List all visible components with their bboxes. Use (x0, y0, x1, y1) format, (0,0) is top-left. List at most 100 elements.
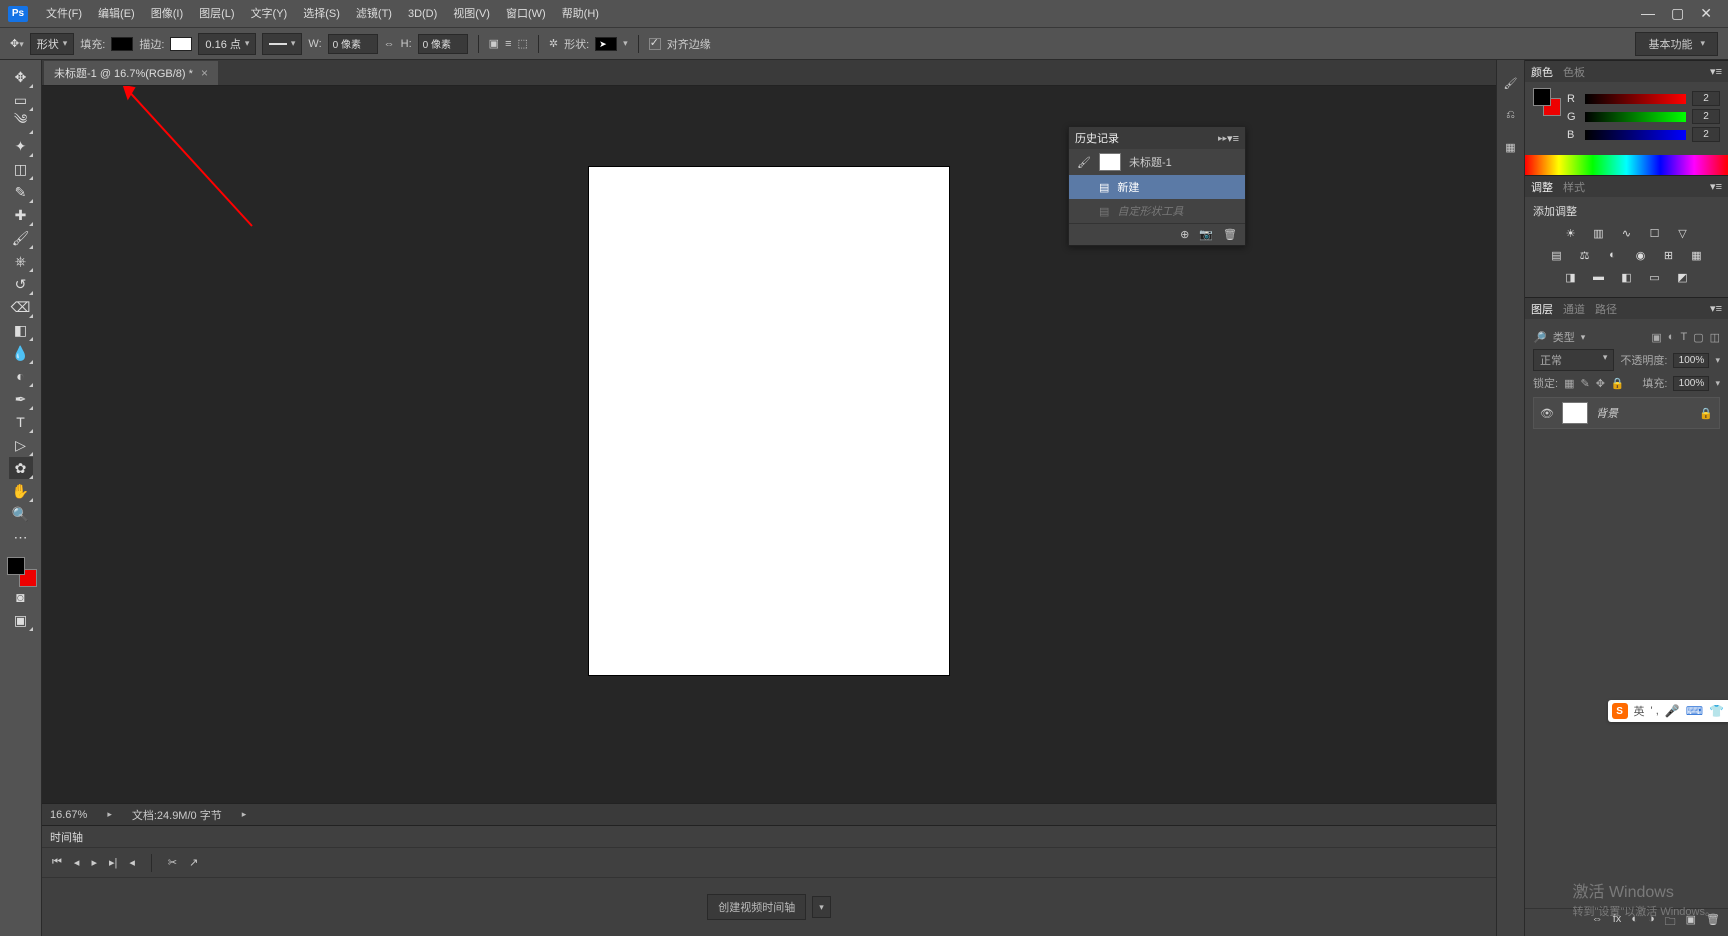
menu-help[interactable]: 帮助(H) (554, 0, 607, 28)
invert-icon[interactable]: ◨ (1562, 269, 1580, 285)
shape-mode-select[interactable]: 形状▾ (30, 33, 75, 55)
filter-shape-icon[interactable]: ▢ (1693, 331, 1703, 344)
balance-icon[interactable]: ⚖ (1576, 247, 1594, 263)
menu-filter[interactable]: 滤镜(T) (348, 0, 400, 28)
height-input[interactable] (418, 34, 468, 54)
group-icon[interactable]: 🗀 (1665, 913, 1676, 932)
workspace-select[interactable]: 基本功能▾ (1635, 32, 1718, 56)
ime-keyboard-icon[interactable]: ⌨ (1686, 704, 1703, 718)
minimize-icon[interactable]: — (1641, 5, 1655, 22)
cut-icon[interactable]: ✂ (168, 856, 177, 869)
canvas-viewport[interactable] (42, 86, 1496, 803)
menu-3d[interactable]: 3D(D) (400, 0, 445, 28)
hue-icon[interactable]: ▤ (1548, 247, 1566, 263)
color-panel-chips[interactable] (1533, 88, 1559, 114)
stroke-size-select[interactable]: 0.16 点▾ (198, 33, 256, 55)
dock-clone-icon[interactable]: ⎌ (1502, 106, 1520, 124)
hand-tool[interactable]: ✋ (9, 480, 33, 502)
filter-adjust-icon[interactable]: ◐ (1668, 331, 1675, 344)
pen-tool[interactable]: ✒ (9, 388, 33, 410)
adjust-tab[interactable]: 调整 (1531, 179, 1553, 195)
first-frame-icon[interactable]: ⏮ (52, 856, 62, 869)
menu-type[interactable]: 文字(Y) (243, 0, 296, 28)
transition-icon[interactable]: ↗ (189, 856, 198, 869)
link-layers-icon[interactable]: ⇔ (1592, 913, 1603, 932)
panel-options-icon[interactable]: ▾≡ (1710, 65, 1722, 78)
path-ops-icon[interactable]: ▣ (489, 37, 499, 50)
screen-mode-tool[interactable]: ▣ (9, 609, 33, 631)
ime-skin-icon[interactable]: 👕 (1709, 704, 1724, 718)
info-caret-icon[interactable]: ▸ (242, 809, 247, 820)
timeline-type-select[interactable]: ▾ (812, 896, 831, 918)
ime-mic-icon[interactable]: 🎤 (1665, 704, 1680, 718)
close-icon[interactable]: ✕ (1700, 5, 1712, 22)
loop-icon[interactable]: ◂ (129, 856, 135, 869)
menu-file[interactable]: 文件(F) (38, 0, 90, 28)
heal-tool[interactable]: ✚ (9, 204, 33, 226)
history-brush-tool[interactable]: ↺ (9, 273, 33, 295)
lock-pixel-icon[interactable]: ✎ (1580, 377, 1589, 390)
dock-swatches-icon[interactable]: ▦ (1502, 138, 1520, 156)
menu-window[interactable]: 窗口(W) (498, 0, 554, 28)
arrange-icon[interactable]: ⬚ (517, 37, 527, 50)
mask-icon[interactable]: ◐ (1631, 913, 1638, 932)
prev-frame-icon[interactable]: ◂ (74, 856, 80, 869)
ime-lang[interactable]: 英 (1634, 703, 1645, 719)
history-item[interactable]: ▤ 新建 (1069, 175, 1245, 199)
history-header[interactable]: 历史记录 ▸▸ ▾≡ (1069, 127, 1245, 149)
filter-type-icon[interactable]: T (1680, 331, 1687, 344)
blur-tool[interactable]: 💧 (9, 342, 33, 364)
eraser-tool[interactable]: ⌫ (9, 296, 33, 318)
b-value[interactable]: 2 (1692, 127, 1720, 142)
fx-icon[interactable]: fx (1613, 913, 1622, 932)
g-slider[interactable] (1585, 112, 1686, 122)
stroke-swatch[interactable] (170, 37, 192, 51)
create-video-timeline-button[interactable]: 创建视频时间轴 (707, 894, 806, 920)
posterize-icon[interactable]: ▬ (1590, 269, 1608, 285)
lock-pos-icon[interactable]: ✥ (1596, 377, 1605, 390)
threshold-icon[interactable]: ◧ (1618, 269, 1636, 285)
zoom-caret-icon[interactable]: ▸ (107, 809, 112, 820)
adjust-panel-header[interactable]: 调整 样式 ▾≡ (1525, 175, 1728, 197)
dodge-tool[interactable]: ◐ (9, 365, 33, 387)
color-lookup-icon[interactable]: ▦ (1688, 247, 1706, 263)
r-slider[interactable] (1585, 94, 1686, 104)
brush-tool[interactable]: 🖌 (9, 227, 33, 249)
menu-select[interactable]: 选择(S) (295, 0, 348, 28)
menu-view[interactable]: 视图(V) (445, 0, 498, 28)
layers-panel-header[interactable]: 图层 通道 路径 ▾≡ (1525, 297, 1728, 319)
layer-name[interactable]: 背景 (1596, 405, 1618, 421)
brightness-icon[interactable]: ☀ (1562, 225, 1580, 241)
menu-edit[interactable]: 编辑(E) (90, 0, 143, 28)
tab-close-icon[interactable]: × (201, 66, 208, 80)
opacity-value[interactable]: 100% (1673, 353, 1709, 368)
panel-options-icon[interactable]: ▾≡ (1710, 302, 1722, 315)
adjust-layer-icon[interactable]: ◑ (1648, 913, 1655, 932)
filter-kind-icon[interactable]: 🔎 (1533, 331, 1547, 344)
photo-filter-icon[interactable]: ◉ (1632, 247, 1650, 263)
history-doc-row[interactable]: 🖌 未标题-1 (1069, 149, 1245, 175)
snapshot-camera-icon[interactable]: 📷 (1199, 228, 1213, 241)
b-slider[interactable] (1585, 130, 1686, 140)
menu-image[interactable]: 图像(I) (143, 0, 191, 28)
more-tool[interactable]: ⋯ (9, 526, 33, 548)
exposure-icon[interactable]: ☐ (1646, 225, 1664, 241)
play-icon[interactable]: ▸ (91, 856, 97, 869)
lock-trans-icon[interactable]: ▦ (1564, 377, 1574, 390)
history-item[interactable]: ▤ 自定形状工具 (1069, 199, 1245, 223)
stamp-tool[interactable]: ⎈ (9, 250, 33, 272)
panel-options-icon[interactable]: ▾≡ (1227, 132, 1239, 145)
dock-brush-icon[interactable]: 🖌 (1502, 74, 1520, 92)
quick-mask-tool[interactable]: ◙ (9, 586, 33, 608)
width-input[interactable] (328, 34, 378, 54)
align-edges-checkbox[interactable] (649, 38, 661, 50)
ime-bar[interactable]: S 英 ' , 🎤 ⌨ 👕 (1608, 700, 1728, 722)
lock-all-icon[interactable]: 🔒 (1611, 377, 1625, 390)
lasso-tool[interactable]: ༄ (9, 112, 33, 134)
crop-tool[interactable]: ◫ (9, 158, 33, 180)
filter-smart-icon[interactable]: ◫ (1710, 331, 1720, 344)
new-layer-icon[interactable]: ▣ (1686, 913, 1696, 932)
levels-icon[interactable]: ▥ (1590, 225, 1608, 241)
fill-swatch[interactable] (111, 37, 133, 51)
fill-value[interactable]: 100% (1673, 376, 1709, 391)
